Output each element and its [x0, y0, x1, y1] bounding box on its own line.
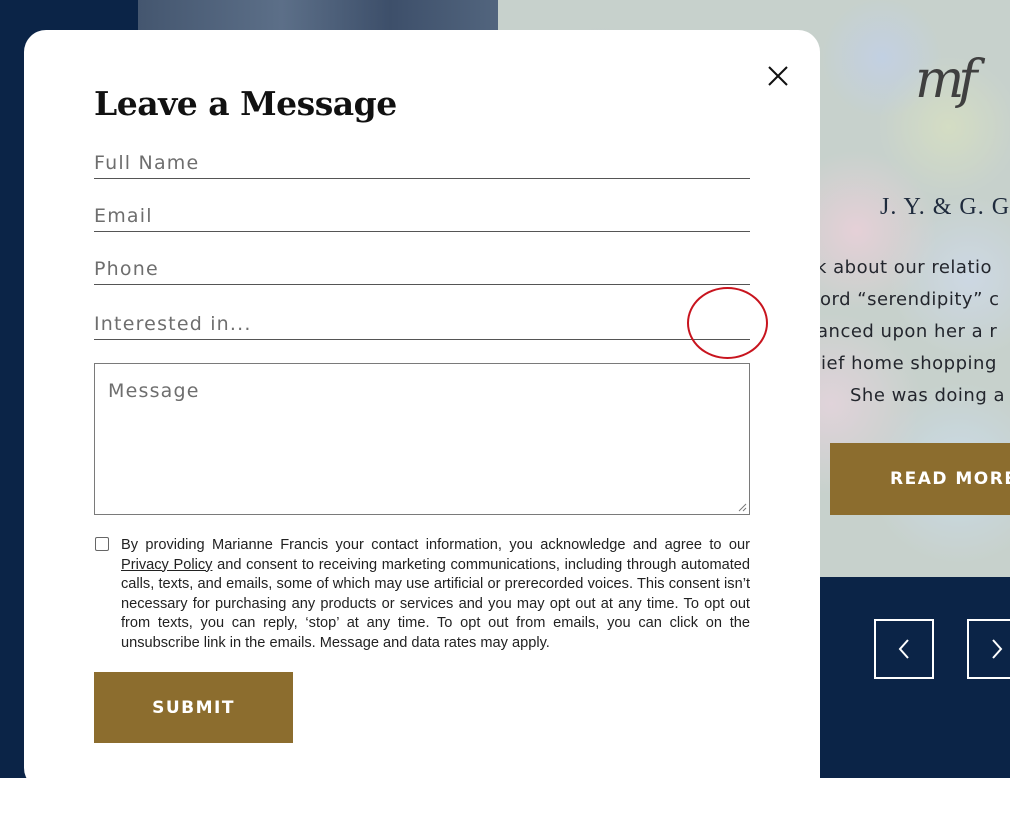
submit-button[interactable]: SUBMIT	[94, 672, 293, 743]
close-button[interactable]	[766, 64, 790, 88]
consent-text-part: and consent to receiving marketing commu…	[121, 556, 751, 651]
review-text-line: ief home shopping	[821, 353, 997, 374]
annotation-circle	[687, 287, 768, 359]
message-field-wrapper	[94, 363, 750, 515]
review-text-line: She was doing a	[850, 385, 1006, 406]
review-text-line: k about our relatio	[816, 257, 993, 278]
resize-grip-icon[interactable]	[738, 503, 747, 512]
phone-input[interactable]	[94, 258, 750, 284]
consent-text-part: By providing Marianne Francis your conta…	[121, 537, 750, 553]
chevron-right-icon	[992, 639, 1003, 659]
message-textarea[interactable]	[95, 364, 749, 514]
next-review-button[interactable]	[967, 619, 1010, 679]
prev-review-button[interactable]	[874, 619, 934, 679]
interest-field-wrapper	[94, 313, 750, 340]
review-text-line: anced upon her a r	[817, 321, 998, 342]
modal-title: Leave a Message	[94, 84, 397, 123]
phone-field-wrapper	[94, 258, 750, 285]
full-name-input[interactable]	[94, 152, 750, 178]
email-input[interactable]	[94, 205, 750, 231]
consent-checkbox[interactable]	[95, 537, 109, 551]
review-author: J. Y. & G. G	[880, 194, 1010, 220]
privacy-policy-link[interactable]: Privacy Policy	[121, 557, 212, 573]
leave-message-modal: Leave a Message By providing Marianne Fr…	[24, 30, 820, 790]
brand-logo: mf	[915, 50, 978, 110]
close-icon	[768, 66, 788, 86]
review-text-line: ord “serendipity” c	[820, 289, 1000, 310]
chevron-left-icon	[898, 639, 909, 659]
read-more-button[interactable]: READ MORE	[830, 443, 1010, 515]
interest-input[interactable]	[94, 313, 750, 339]
read-more-label: READ MORE	[890, 469, 1010, 489]
email-field-wrapper	[94, 205, 750, 232]
full-name-field-wrapper	[94, 152, 750, 179]
consent-text: By providing Marianne Francis your conta…	[121, 536, 750, 653]
